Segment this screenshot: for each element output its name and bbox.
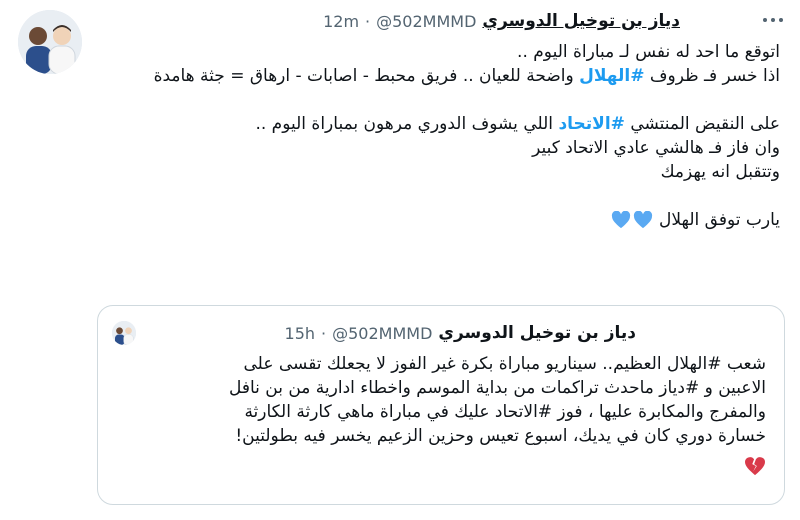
avatar[interactable] xyxy=(18,10,82,74)
text-segment: اللي يشوف الدوري مرهون بمباراة اليوم .. xyxy=(255,114,554,134)
tweet-header: دياز بن توخيل الدوسري @502MMMD · 12m xyxy=(180,8,680,34)
quoted-line: والمفرج والمكابرة عليها ، فوز #الاتحاد ع… xyxy=(244,402,766,422)
blue-heart-icon xyxy=(611,211,631,229)
display-name[interactable]: دياز بن توخيل الدوسري xyxy=(482,11,680,31)
quoted-header: دياز بن توخيل الدوسري @502MMMD · 15h xyxy=(285,320,636,346)
dot xyxy=(779,18,783,22)
tweet-line: يارب توفق الهلال xyxy=(100,208,780,232)
quoted-text: شعب #الهلال العظيم.. سيناريو مباراة بكرة… xyxy=(116,352,766,476)
text-segment: اذا خسر فـ ظروف xyxy=(649,66,780,86)
tweet-line: وان فاز فـ هالشي عادي الاتحاد كبير xyxy=(532,138,780,158)
quoted-timestamp: 15h xyxy=(284,323,316,343)
avatar-photo-icon xyxy=(112,321,136,345)
quoted-handle: @502MMMD xyxy=(332,323,433,343)
dot xyxy=(763,18,767,22)
heart-emojis xyxy=(611,211,653,229)
tweet-card[interactable]: دياز بن توخيل الدوسري @502MMMD · 12m اتو… xyxy=(0,0,800,520)
tweet-line: اذا خسر فـ ظروف #الهلال واضحة للعيان .. … xyxy=(100,64,780,88)
quoted-line: خسارة دوري كان في يديك، اسبوع تعيس وحزين… xyxy=(235,426,766,446)
avatar-photo-icon xyxy=(18,10,82,74)
hashtag-link[interactable]: #الاتحاد xyxy=(558,114,624,134)
quoted-tweet[interactable]: دياز بن توخيل الدوسري @502MMMD · 15h شعب… xyxy=(97,305,785,505)
text-segment: على النقيض المنتشي xyxy=(630,114,780,134)
text-segment: يارب توفق الهلال xyxy=(659,210,780,230)
timestamp[interactable]: 12m xyxy=(323,12,359,31)
quoted-line: الاعبين و #دياز ماحدث تراكمات من بداية ا… xyxy=(228,378,766,398)
tweet-line: وتتقبل انه يهزمك xyxy=(660,162,780,182)
separator-dot: · xyxy=(321,323,327,343)
text-segment: واضحة للعيان .. فريق محبط - اصابات - اره… xyxy=(153,66,574,86)
blue-heart-icon xyxy=(633,211,653,229)
quoted-avatar[interactable] xyxy=(112,321,136,345)
tweet-text: اتوقع ما احد له نفس لـ مباراة اليوم .. ا… xyxy=(100,40,780,232)
more-options-icon[interactable] xyxy=(758,14,788,26)
hashtag-link[interactable]: #الهلال xyxy=(579,66,644,86)
quoted-display-name: دياز بن توخيل الدوسري xyxy=(438,323,636,343)
separator-dot: · xyxy=(365,11,371,31)
handle[interactable]: @502MMMD xyxy=(376,12,476,31)
broken-heart-icon xyxy=(745,457,765,476)
quoted-line: شعب #الهلال العظيم.. سيناريو مباراة بكرة… xyxy=(243,354,766,374)
tweet-line: على النقيض المنتشي #الاتحاد اللي يشوف ال… xyxy=(100,112,780,136)
dot xyxy=(771,18,775,22)
tweet-line: اتوقع ما احد له نفس لـ مباراة اليوم .. xyxy=(517,42,780,62)
